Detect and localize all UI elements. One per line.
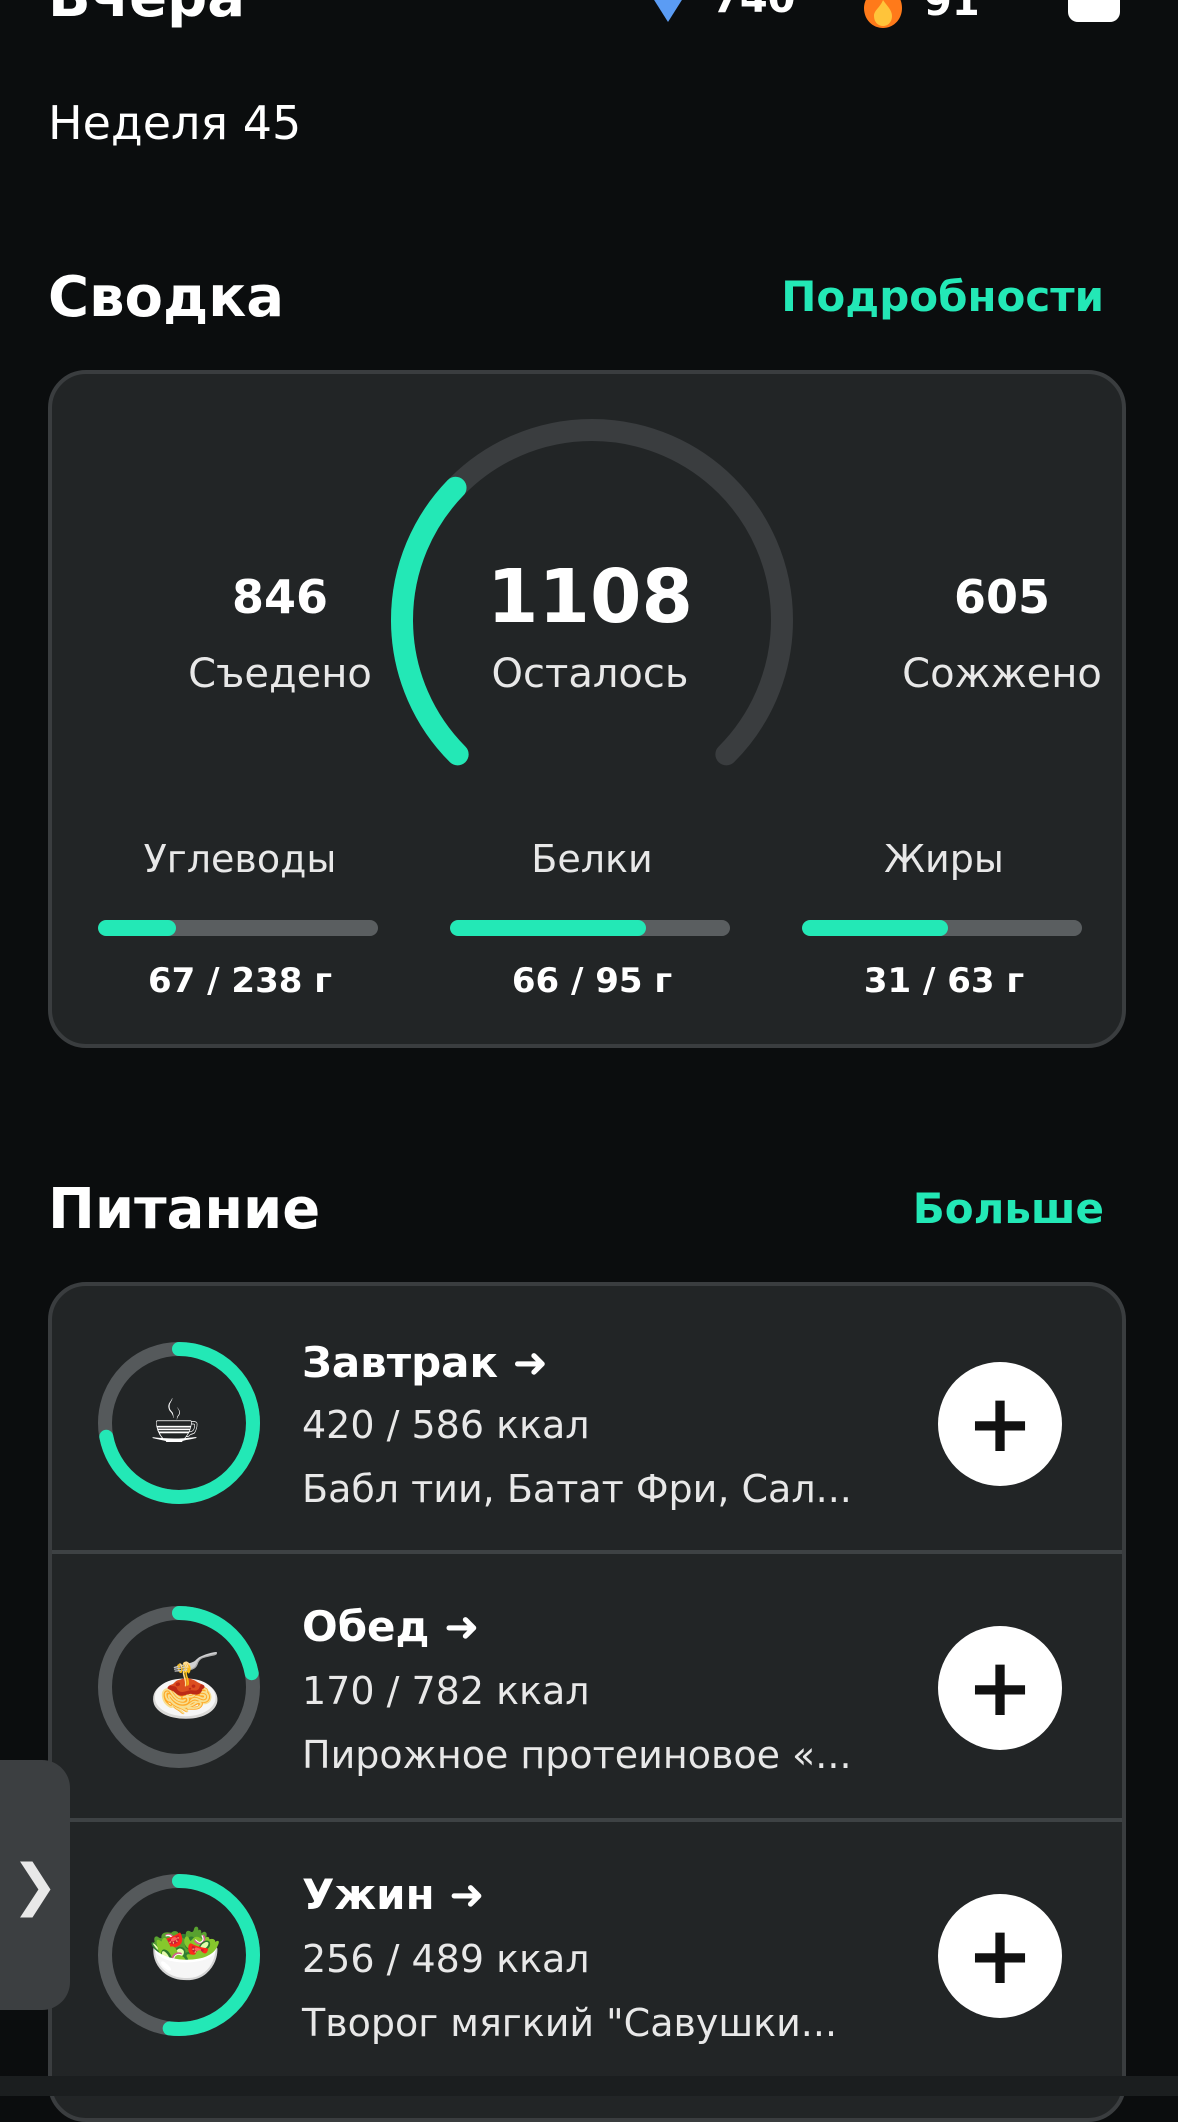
week-label: Неделя 45 xyxy=(48,96,302,150)
protein-bar xyxy=(450,920,730,936)
remaining-value: 1108 xyxy=(487,554,693,640)
arrow-right-icon: ➜ xyxy=(449,1870,485,1919)
nutrition-title: Питание xyxy=(48,1177,321,1242)
gems-value: 740 xyxy=(712,0,796,19)
protein-value: 66 / 95 г xyxy=(511,961,673,1001)
meal-row-breakfast[interactable]: ☕ Завтрак ➜ 420 / 586 ккал Бабл тии, Бат… xyxy=(52,1286,1122,1550)
meal-title[interactable]: Завтрак ➜ xyxy=(302,1342,548,1384)
fat-bar-fill xyxy=(802,920,948,936)
carbs-label: Углеводы xyxy=(143,837,337,881)
arrow-right-icon: ➜ xyxy=(444,1602,480,1651)
salad-icon: 🥗 xyxy=(148,1919,223,1989)
meal-calories: 420 / 586 ккал xyxy=(302,1403,590,1447)
meal-row-lunch[interactable]: 🍝 Обед ➜ 170 / 782 ккал Пирожное протеин… xyxy=(52,1554,1122,1818)
profile-icon[interactable] xyxy=(1068,0,1120,22)
fat-bar xyxy=(802,920,1082,936)
meal-row-dinner[interactable]: 🥗 Ужин ➜ 256 / 489 ккал Творог мягкий "С… xyxy=(52,1822,1122,2086)
burned-value: 605 xyxy=(953,570,1051,624)
day-title: Вчера xyxy=(48,0,245,26)
add-breakfast-button[interactable]: + xyxy=(938,1362,1062,1486)
protein-bar-fill xyxy=(450,920,646,936)
coffee-icon: ☕ xyxy=(148,1387,202,1457)
remaining-label: Осталось xyxy=(491,651,689,697)
meal-calories: 256 / 489 ккал xyxy=(302,1937,590,1981)
add-lunch-button[interactable]: + xyxy=(938,1626,1062,1750)
streak-value: 91 xyxy=(924,0,980,25)
chevron-right-icon: ❯ xyxy=(11,1852,59,1918)
meals-card: ☕ Завтрак ➜ 420 / 586 ккал Бабл тии, Бат… xyxy=(48,1282,1126,2122)
nutrition-more-link[interactable]: Больше xyxy=(913,1188,1104,1230)
meal-title[interactable]: Ужин ➜ xyxy=(302,1874,484,1916)
bottom-nav-bar xyxy=(0,2076,1178,2096)
side-panel-handle[interactable]: ❯ xyxy=(0,1760,70,2010)
eaten-label: Съедено xyxy=(188,651,372,697)
meal-title[interactable]: Обед ➜ xyxy=(302,1606,479,1648)
streak-counter[interactable]: 91 xyxy=(858,0,980,30)
gems-counter[interactable]: 740 xyxy=(640,0,796,24)
flame-icon xyxy=(864,0,902,28)
carbs-bar xyxy=(98,920,378,936)
eaten-value: 846 xyxy=(231,570,329,624)
carbs-bar-fill xyxy=(98,920,177,936)
protein-label: Белки xyxy=(531,837,653,881)
meal-items: Творог мягкий "Савушки... xyxy=(302,2001,838,2045)
fat-value: 31 / 63 г xyxy=(863,961,1025,1001)
meal-items: Пирожное протеиновое «... xyxy=(302,1733,852,1777)
fat-label: Жиры xyxy=(884,837,1004,881)
meal-calories: 170 / 782 ккал xyxy=(302,1669,590,1713)
carbs-value: 67 / 238 г xyxy=(148,961,332,1001)
arrow-right-icon: ➜ xyxy=(512,1338,548,1387)
burned-label: Сожжено xyxy=(902,651,1102,697)
diamond-icon xyxy=(654,0,682,22)
summary-card[interactable]: 846 Съедено 1108 Осталось 605 Сожжено Уг… xyxy=(48,370,1126,1048)
summary-title: Сводка xyxy=(48,265,285,330)
pasta-icon: 🍝 xyxy=(148,1651,223,1721)
meal-items: Бабл тии, Батат Фри, Сал... xyxy=(302,1467,852,1511)
summary-details-link[interactable]: Подробности xyxy=(781,276,1104,318)
add-dinner-button[interactable]: + xyxy=(938,1894,1062,2018)
